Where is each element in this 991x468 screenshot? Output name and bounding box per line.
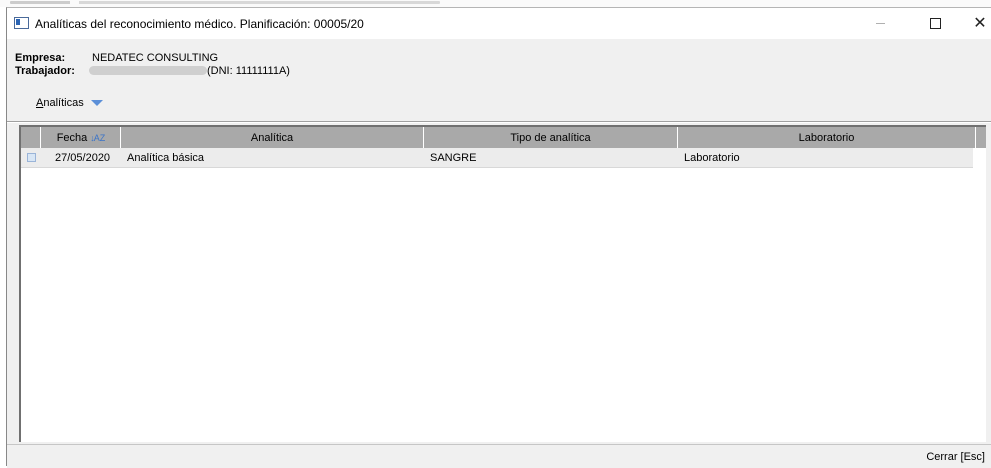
- analiticas-grid[interactable]: Fecha ↓A Z Analítica Tipo de analítica L…: [19, 125, 986, 442]
- dialog-window: Analíticas del reconocimiento médico. Pl…: [6, 7, 991, 468]
- app-window-icon: [14, 17, 29, 29]
- chevron-down-icon: [90, 100, 103, 106]
- column-header-fecha-label: Fecha: [56, 131, 88, 144]
- analiticas-label-rest: nalíticas: [43, 97, 84, 109]
- title-bar: Analíticas del reconocimiento médico. Pl…: [7, 8, 991, 39]
- table-row[interactable]: 27/05/2020 Analítica básica SANGRE Labor…: [21, 148, 973, 168]
- row-indicator: [21, 148, 41, 167]
- close-window-button[interactable]: ✕: [958, 8, 991, 39]
- window-title: Analíticas del reconocimiento médico. Pl…: [35, 17, 364, 31]
- sort-icon: ↓A Z: [90, 132, 105, 143]
- column-header-fecha[interactable]: Fecha ↓A Z: [41, 127, 121, 148]
- background-window-strip: [0, 0, 991, 7]
- column-header-laboratorio-label: Laboratorio: [798, 131, 855, 144]
- column-header-laboratorio[interactable]: Laboratorio: [678, 127, 976, 148]
- empresa-value: NEDATEC CONSULTING: [92, 52, 219, 64]
- cell-laboratorio[interactable]: Laboratorio: [678, 148, 976, 167]
- maximize-button[interactable]: [913, 8, 957, 39]
- status-bar: Cerrar [Esc]: [7, 444, 991, 468]
- cell-tipo[interactable]: SANGRE: [424, 148, 678, 167]
- cell-analitica[interactable]: Analítica básica: [121, 148, 424, 167]
- cerrar-button[interactable]: Cerrar [Esc]: [926, 451, 985, 463]
- trabajador-dni: (DNI: 11111111A): [207, 65, 290, 77]
- column-header-analitica-label: Analítica: [250, 131, 294, 144]
- empresa-label: Empresa:: [15, 52, 66, 64]
- column-header-tipo[interactable]: Tipo de analítica: [424, 127, 678, 148]
- close-icon: ✕: [973, 14, 987, 32]
- divider-highlight: [7, 122, 991, 123]
- trabajador-label: Trabajador:: [15, 65, 75, 77]
- analiticas-menu-label: Analíticas: [36, 97, 84, 109]
- blurred-background-text: [10, 1, 440, 4]
- column-header-analitica[interactable]: Analítica: [121, 127, 424, 148]
- column-header-tipo-label: Tipo de analítica: [510, 131, 591, 144]
- row-indicator-header: [21, 127, 41, 148]
- minimize-button[interactable]: [858, 8, 902, 39]
- grid-header: Fecha ↓A Z Analítica Tipo de analítica L…: [21, 127, 986, 148]
- row-record-icon: [27, 153, 36, 162]
- analiticas-menu-button[interactable]: Analíticas: [36, 97, 103, 109]
- cell-fecha[interactable]: 27/05/2020: [41, 148, 121, 167]
- minimize-icon: [875, 23, 885, 24]
- maximize-icon: [929, 18, 941, 29]
- redacted-worker-name: [89, 66, 207, 75]
